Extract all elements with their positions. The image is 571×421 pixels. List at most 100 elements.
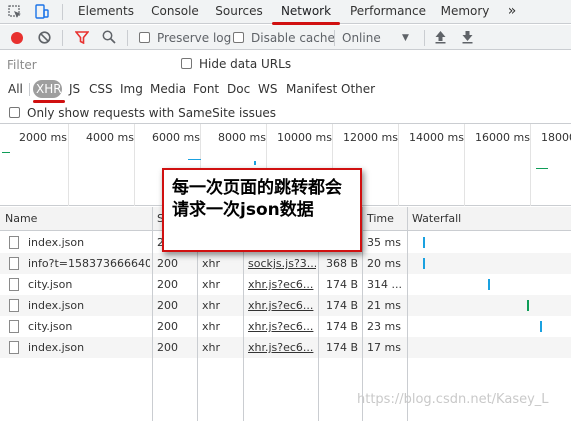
request-initiator[interactable]: xhr.js?ec6... [248,295,316,316]
hide-data-urls-checkbox[interactable] [181,58,192,69]
request-name[interactable]: city.json [28,316,150,337]
tab-console[interactable]: Console [148,0,202,23]
waterfall-bar [487,279,490,290]
request-name[interactable]: index.json [28,337,150,358]
toolbar-divider [424,30,425,46]
overview-tick-label: 2000 ms [19,131,67,144]
request-status: 200 [157,341,178,354]
tab-sources[interactable]: Sources [213,0,265,23]
type-divider [29,83,30,96]
resource-type-filter: All XHR JS CSS Img Media Font Doc WS Man… [0,77,571,101]
request-status: 200 [157,320,178,333]
overview-gridline [530,124,531,206]
waterfall-bar [540,321,543,332]
type-ws[interactable]: WS [258,80,277,98]
filter-input[interactable] [2,55,167,75]
type-doc[interactable]: Doc [227,80,250,98]
request-time: 23 ms [367,320,401,333]
column-divider[interactable] [407,207,408,421]
import-har-icon[interactable] [434,30,447,44]
request-row[interactable]: index.json 200 xhr xhr.js?ec6... 174 B 21 ms [0,295,571,316]
overview-request-mark [254,161,256,165]
overview-tick-label: 8000 ms [218,131,266,144]
request-name[interactable]: index.json [28,295,150,316]
device-toolbar-icon[interactable] [33,4,49,20]
tab-network[interactable]: Network [276,0,336,24]
request-type: xhr [202,257,221,270]
request-initiator[interactable]: xhr.js?ec6... [248,316,316,337]
overview-tick-label: 10000 ms [277,131,332,144]
chevron-down-icon: ▼ [402,33,409,43]
clear-icon[interactable] [38,31,51,44]
type-manifest[interactable]: Manifest [286,80,337,98]
column-header-name[interactable]: Name [0,207,152,231]
tab-memory[interactable]: Memory [438,0,492,23]
overview-request-mark [2,152,10,153]
disable-cache-label: Disable cache [251,31,335,45]
inspect-element-icon[interactable] [8,5,22,19]
request-status: 200 [157,299,178,312]
overview-gridline [464,124,465,206]
overview-tick-label: 18000 [541,131,571,144]
request-initiator[interactable]: sockjs.js?3... [248,253,316,274]
type-img[interactable]: Img [120,80,143,98]
tab-performance[interactable]: Performance [349,0,427,23]
search-icon[interactable] [102,30,116,44]
overview-tick-label: 4000 ms [86,131,134,144]
type-media[interactable]: Media [150,80,186,98]
throttling-select[interactable]: Online ▼ [340,28,416,47]
request-initiator[interactable]: xhr.js?ec6... [248,274,316,295]
waterfall-bar [422,258,425,269]
tab-elements[interactable]: Elements [76,0,136,23]
annotation-callout: 每一次页面的跳转都会请求一次json数据 [162,168,362,252]
waterfall-bar [422,237,425,248]
document-icon [9,320,19,333]
watermark: https://blog.csdn.net/Kasey_L [357,392,549,407]
request-type: xhr [202,341,221,354]
request-time: 20 ms [367,257,401,270]
type-css[interactable]: CSS [89,80,113,98]
column-header-time[interactable]: Time [362,207,407,231]
request-status: 200 [157,257,178,270]
overview-gridline [68,124,69,206]
filter-icon[interactable] [74,31,90,45]
type-other[interactable]: Other [341,80,375,98]
overview-tick-label: 14000 ms [409,131,464,144]
request-time: 35 ms [367,236,401,249]
document-icon [9,299,19,312]
type-font[interactable]: Font [193,80,219,98]
column-header-waterfall[interactable]: Waterfall [407,207,571,231]
type-js[interactable]: JS [69,80,80,98]
preserve-log-checkbox[interactable] [139,32,150,43]
disable-cache-checkbox[interactable] [233,32,244,43]
network-toolbar: Preserve log Disable cache Online ▼ [0,25,571,50]
record-icon[interactable] [11,32,23,44]
request-name[interactable]: index.json [28,232,150,253]
request-time: 314 ... [367,278,402,291]
overview-tick-label: 6000 ms [152,131,200,144]
hide-data-urls-label: Hide data URLs [199,57,292,71]
annotation-text: 每一次页面的跳转都会请求一次json数据 [172,178,342,220]
samesite-row: Only show requests with SameSite issues [0,102,571,124]
toolbar-divider [334,30,335,46]
more-tabs-icon[interactable]: » [502,0,522,23]
type-all[interactable]: All [8,80,23,98]
document-icon [9,278,19,291]
devtools-tab-bar: Elements Console Sources Network Perform… [0,0,571,24]
request-size: 174 B [326,320,359,333]
request-name[interactable]: city.json [28,274,150,295]
type-xhr[interactable]: XHR [33,80,62,98]
request-size: 368 B [326,257,359,270]
column-divider[interactable] [362,207,363,421]
request-initiator[interactable]: xhr.js?ec6... [248,337,316,358]
export-har-icon[interactable] [461,30,474,44]
request-row[interactable]: city.json 200 xhr xhr.js?ec6... 174 B 314 ... [0,274,571,295]
request-row[interactable]: city.json 200 xhr xhr.js?ec6... 174 B 23 ms [0,316,571,337]
column-divider[interactable] [152,207,153,421]
samesite-checkbox[interactable] [9,107,20,118]
request-time: 17 ms [367,341,401,354]
request-row[interactable]: info?t=1583736666409 200 xhr sockjs.js?3...… [0,253,571,274]
request-row[interactable]: index.json 200 xhr xhr.js?ec6... 174 B 17 ms [0,337,571,358]
request-name[interactable]: info?t=1583736666409 [28,253,150,274]
request-type: xhr [202,278,221,291]
